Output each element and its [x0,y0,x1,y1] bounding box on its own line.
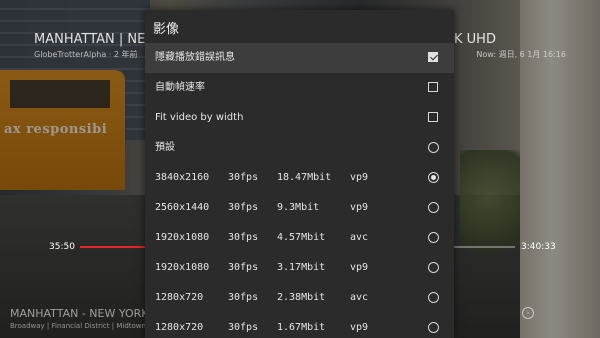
toggle-fit-width[interactable]: Fit video by width [145,103,454,133]
format-codec: vp9 [350,322,369,333]
format-bitrate: 1.67Mbit [277,322,326,333]
format-bitrate: 9.3Mbit [277,202,320,213]
format-fps: 30fps [228,202,259,213]
format-bitrate: 2.38Mbit [277,292,326,303]
format-resolution: 3840x2160 [155,172,210,183]
toggle-label: 自動幀速率 [155,82,205,93]
format-option[interactable]: 1920x1080 30fps 4.57Mbit avc [145,223,454,253]
radio-icon[interactable] [428,142,439,153]
format-resolution: 1280x720 [155,322,204,333]
radio-icon[interactable] [428,202,439,213]
toggle-hide-errors[interactable]: 隱藏播放錯誤訊息 [145,43,454,73]
format-default-label: 預設 [155,142,175,153]
format-fps: 30fps [228,262,259,273]
format-resolution: 1280x720 [155,292,204,303]
toggle-auto-frame-rate[interactable]: 自動幀速率 [145,73,454,103]
format-option[interactable]: 3840x2160 30fps 18.47Mbit vp9 [145,163,454,193]
format-resolution: 2560x1440 [155,202,210,213]
format-option[interactable]: 1280x720 30fps 1.67Mbit vp9 [145,313,454,338]
radio-icon[interactable] [428,232,439,243]
radio-icon[interactable] [428,322,439,333]
format-resolution: 1920x1080 [155,232,210,243]
format-codec: avc [350,232,369,243]
video-title: MANHATTAN | NEW [34,32,159,47]
channel-name[interactable]: GlobeTrotterAlpha · 2 年前 [34,49,138,60]
format-option[interactable]: 1280x720 30fps 2.38Mbit avc [145,283,454,313]
toggle-label: 隱藏播放錯誤訊息 [155,52,235,63]
duration: 3:40:33 [521,242,556,252]
video-title-tail: K UHD [454,32,496,47]
format-codec: avc [350,292,369,303]
format-fps: 30fps [228,172,259,183]
next-video-subtitle: Broadway | Financial District | Midtown [10,322,146,330]
format-bitrate: 18.47Mbit [277,172,332,183]
format-bitrate: 3.17Mbit [277,262,326,273]
next-arrow-icon[interactable]: › [522,307,534,319]
format-bitrate: 4.57Mbit [277,232,326,243]
current-time: 35:50 [49,242,75,252]
radio-icon[interactable] [428,262,439,273]
video-settings-dialog: 影像 隱藏播放錯誤訊息 自動幀速率 Fit video by width 預設 … [145,10,454,338]
toggle-label: Fit video by width [155,112,244,123]
radio-icon[interactable] [428,172,439,183]
format-option[interactable]: 1920x1080 30fps 3.17Mbit vp9 [145,253,454,283]
checkbox-icon[interactable] [428,52,438,62]
checkbox-icon[interactable] [428,82,438,92]
radio-icon[interactable] [428,292,439,303]
format-codec: vp9 [350,172,369,183]
settings-list: 隱藏播放錯誤訊息 自動幀速率 Fit video by width 預設 384… [145,43,454,338]
next-video-title[interactable]: MANHATTAN - NEW YORK C [10,307,160,320]
format-resolution: 1920x1080 [155,262,210,273]
format-fps: 30fps [228,292,259,303]
dialog-title: 影像 [153,22,180,37]
format-option[interactable]: 2560x1440 30fps 9.3Mbit vp9 [145,193,454,223]
format-fps: 30fps [228,322,259,333]
checkbox-icon[interactable] [428,112,438,122]
format-fps: 30fps [228,232,259,243]
seek-bar-progress [80,246,150,248]
format-option-default[interactable]: 預設 [145,133,454,163]
format-codec: vp9 [350,202,369,213]
clock-now: Now: 週日, 6 1月 16:16 [476,50,566,59]
format-codec: vp9 [350,262,369,273]
